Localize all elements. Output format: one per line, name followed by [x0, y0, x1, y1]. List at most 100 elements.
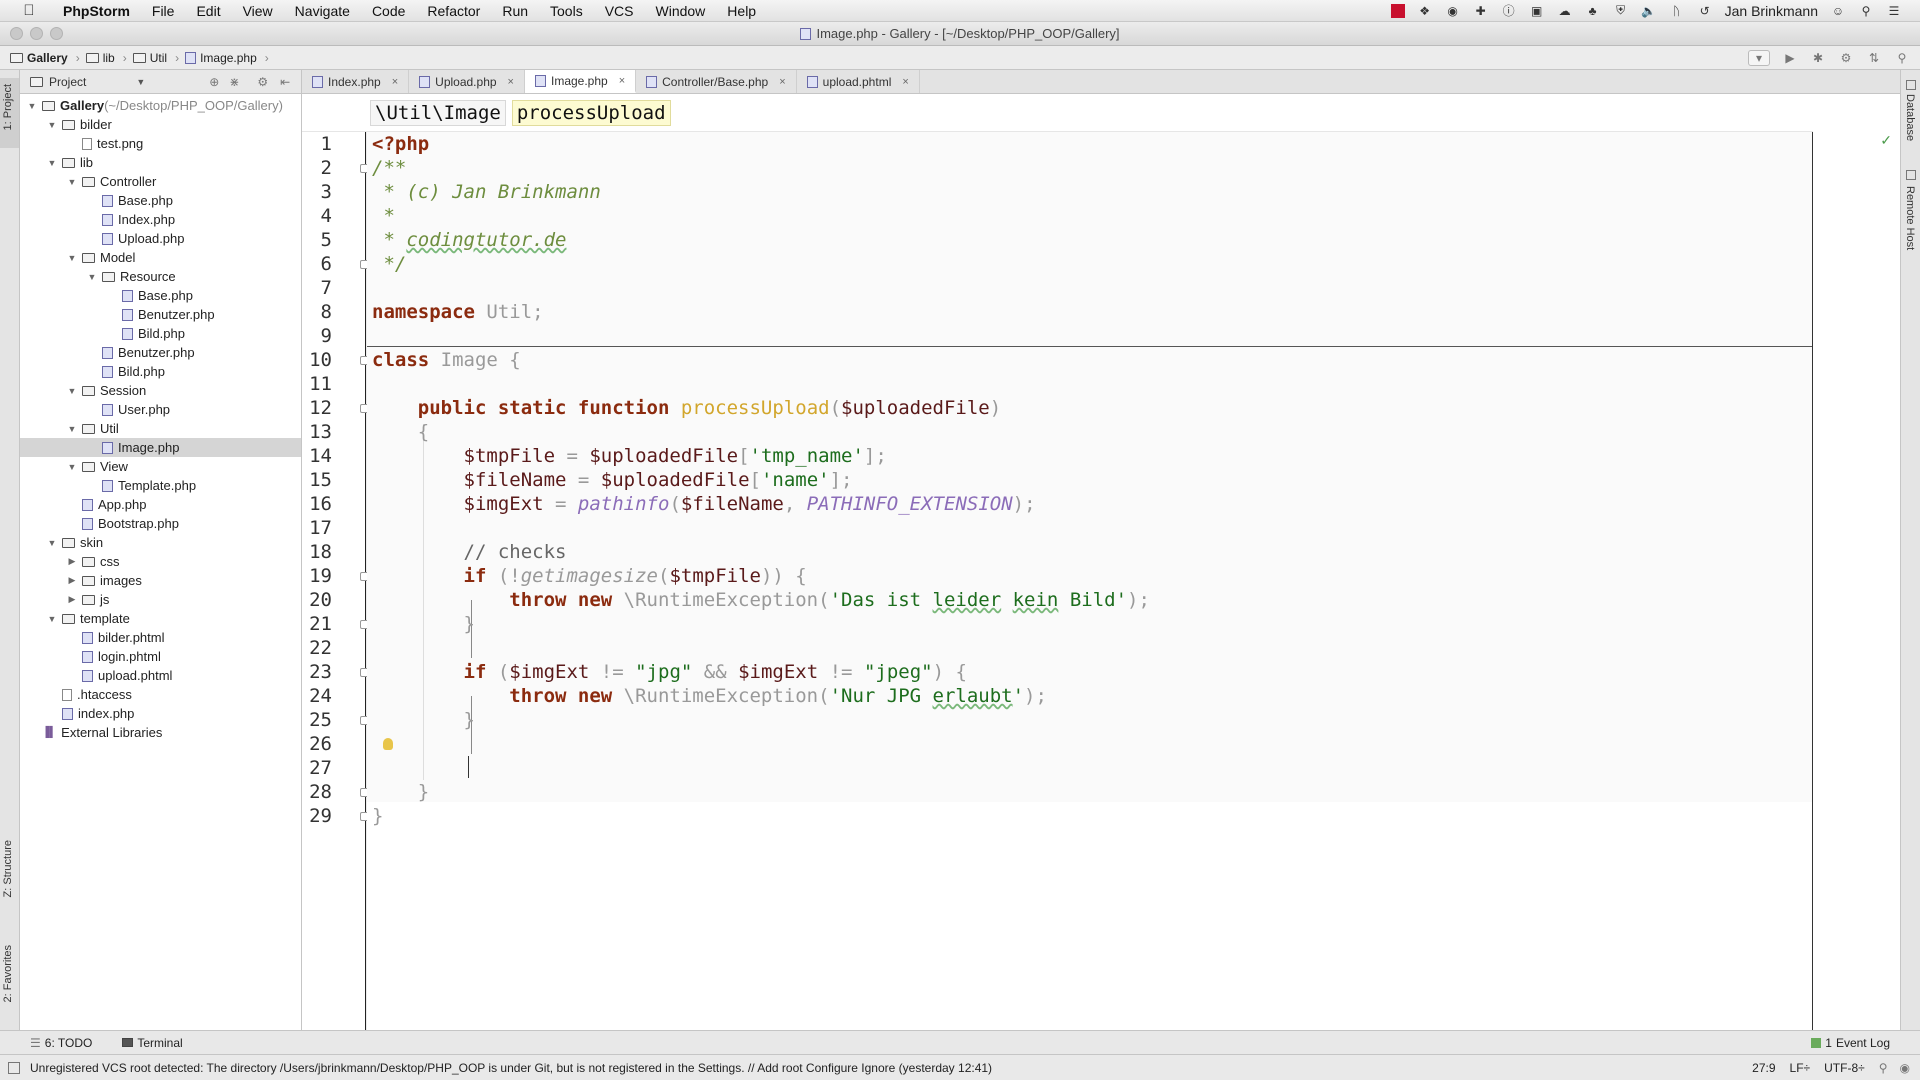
stripe-database[interactable]: Database: [1904, 94, 1916, 141]
menu-app[interactable]: PhpStorm: [52, 3, 141, 19]
vcs-update-icon[interactable]: ⇅: [1866, 50, 1882, 66]
coverage-icon[interactable]: ⚙: [1838, 50, 1854, 66]
nav-crumb-gallery[interactable]: Gallery ›: [10, 51, 80, 65]
stripe-structure[interactable]: Z: Structure: [2, 840, 14, 897]
search-everywhere-icon[interactable]: ⚲: [1894, 50, 1910, 66]
tree-item[interactable]: ▼ Controller: [20, 172, 301, 191]
chevron-down-icon[interactable]: ▼: [136, 77, 145, 87]
code-editor[interactable]: <?php /** * (c) Jan Brinkmann * * coding…: [367, 132, 1812, 1030]
volume-icon[interactable]: 🔈: [1641, 4, 1657, 18]
tree-item[interactable]: App.php: [20, 495, 301, 514]
chevron-down-icon[interactable]: ▼: [46, 538, 58, 548]
chevron-down-icon[interactable]: ▼: [86, 272, 98, 282]
gear-icon[interactable]: ⚙: [257, 75, 268, 89]
plus-icon[interactable]: ✚: [1473, 4, 1489, 18]
tree-item[interactable]: ▼ skin: [20, 533, 301, 552]
debug-icon[interactable]: ✱: [1810, 50, 1826, 66]
tree-item[interactable]: User.php: [20, 400, 301, 419]
nav-crumb-lib[interactable]: lib ›: [85, 51, 127, 65]
tree-item[interactable]: ▼ template: [20, 609, 301, 628]
chevron-down-icon[interactable]: ▼: [46, 120, 58, 130]
project-view-selector[interactable]: Project: [49, 75, 86, 89]
dropbox-icon[interactable]: ❖: [1417, 4, 1433, 18]
menu-refactor[interactable]: Refactor: [416, 3, 491, 19]
evernote-icon[interactable]: ♣: [1585, 4, 1601, 18]
breadcrumb-method[interactable]: processUpload: [511, 99, 671, 126]
tree-item[interactable]: Index.php: [20, 210, 301, 229]
editor-tab[interactable]: upload.phtml ×: [797, 70, 920, 93]
caret-position[interactable]: 27:9: [1752, 1061, 1775, 1075]
chevron-right-icon[interactable]: ▶: [66, 556, 78, 567]
sync-icon[interactable]: ◉: [1445, 4, 1461, 18]
tree-item[interactable]: ▼ Session: [20, 381, 301, 400]
spotlight-icon[interactable]: ⚲: [1858, 4, 1874, 18]
close-icon[interactable]: ×: [392, 76, 398, 88]
tree-item[interactable]: bilder.phtml: [20, 628, 301, 647]
run-icon[interactable]: ▶: [1782, 50, 1798, 66]
event-log-button[interactable]: 1 Event Log: [1811, 1036, 1890, 1050]
shield-icon[interactable]: ⛨: [1613, 3, 1629, 18]
tree-item[interactable]: ▶ css: [20, 552, 301, 571]
menubar-user[interactable]: Jan Brinkmann: [1725, 3, 1818, 19]
chevron-down-icon[interactable]: ▼: [66, 386, 78, 396]
tree-item[interactable]: Benutzer.php: [20, 343, 301, 362]
menu-file[interactable]: File: [141, 3, 186, 19]
menu-help[interactable]: Help: [716, 3, 767, 19]
editor-tab[interactable]: Image.php ×: [524, 70, 637, 93]
run-config-dropdown-icon[interactable]: ▾: [1748, 50, 1770, 66]
stripe-favorites[interactable]: 2: Favorites: [2, 945, 14, 1002]
tree-item[interactable]: ▼ Resource: [20, 267, 301, 286]
terminal-tool-button[interactable]: Terminal: [122, 1036, 183, 1050]
toggle-tool-windows-icon[interactable]: [8, 1061, 20, 1074]
tree-item[interactable]: Benutzer.php: [20, 305, 301, 324]
tree-item[interactable]: Bild.php: [20, 362, 301, 381]
tree-item[interactable]: ▶ images: [20, 571, 301, 590]
status-message[interactable]: Unregistered VCS root detected: The dire…: [30, 1061, 992, 1075]
tree-item[interactable]: Base.php: [20, 286, 301, 305]
chevron-down-icon[interactable]: ▼: [66, 253, 78, 263]
line-separator[interactable]: LF÷: [1790, 1061, 1811, 1075]
tree-item[interactable]: Upload.php: [20, 229, 301, 248]
menu-window[interactable]: Window: [645, 3, 717, 19]
tree-item[interactable]: ▐▌ External Libraries: [20, 723, 301, 742]
menu-code[interactable]: Code: [361, 3, 416, 19]
file-encoding[interactable]: UTF-8÷: [1824, 1061, 1865, 1075]
menu-navigate[interactable]: Navigate: [284, 3, 361, 19]
lock-icon[interactable]: ⚲: [1879, 1061, 1888, 1075]
cloud-icon[interactable]: ☁: [1557, 4, 1573, 18]
record-icon[interactable]: [1390, 3, 1405, 18]
tree-item[interactable]: login.phtml: [20, 647, 301, 666]
menu-vcs[interactable]: VCS: [594, 3, 645, 19]
minimize-window-button[interactable]: [30, 27, 43, 40]
app-icon[interactable]: ▣: [1529, 4, 1545, 18]
locate-icon[interactable]: ⊕: [209, 75, 219, 89]
chevron-right-icon[interactable]: ▶: [66, 575, 78, 586]
tree-item[interactable]: ▼ bilder: [20, 115, 301, 134]
stripe-remote-host[interactable]: Remote Host: [1904, 186, 1916, 250]
nav-crumb-util[interactable]: Util ›: [132, 51, 179, 65]
chevron-down-icon[interactable]: ▼: [26, 101, 38, 111]
tree-item[interactable]: Base.php: [20, 191, 301, 210]
zoom-window-button[interactable]: [50, 27, 63, 40]
chevron-down-icon[interactable]: ▼: [66, 177, 78, 187]
collapse-all-icon[interactable]: ⋇: [229, 75, 239, 89]
chevron-down-icon[interactable]: ▼: [66, 424, 78, 434]
lightbulb-icon[interactable]: [383, 738, 393, 750]
menu-edit[interactable]: Edit: [185, 3, 231, 19]
tree-item[interactable]: ▼ Gallery (~/Desktop/PHP_OOP/Gallery): [20, 96, 301, 115]
tree-item[interactable]: Image.php: [20, 438, 301, 457]
apple-icon[interactable]: : [20, 2, 38, 20]
editor-tab[interactable]: Upload.php ×: [409, 70, 525, 93]
chevron-right-icon[interactable]: ▶: [66, 594, 78, 605]
inspector-icon[interactable]: ◉: [1900, 1061, 1910, 1075]
stripe-project[interactable]: 1: Project: [2, 84, 14, 130]
tree-item[interactable]: ▼ Model: [20, 248, 301, 267]
menu-run[interactable]: Run: [491, 3, 539, 19]
close-icon[interactable]: ×: [619, 75, 625, 87]
menu-view[interactable]: View: [232, 3, 284, 19]
user-icon[interactable]: ☺: [1830, 4, 1846, 18]
hide-panel-icon[interactable]: ⇤: [280, 75, 290, 89]
tree-item[interactable]: ▶ js: [20, 590, 301, 609]
chevron-down-icon[interactable]: ▼: [66, 462, 78, 472]
close-icon[interactable]: ×: [902, 76, 908, 88]
